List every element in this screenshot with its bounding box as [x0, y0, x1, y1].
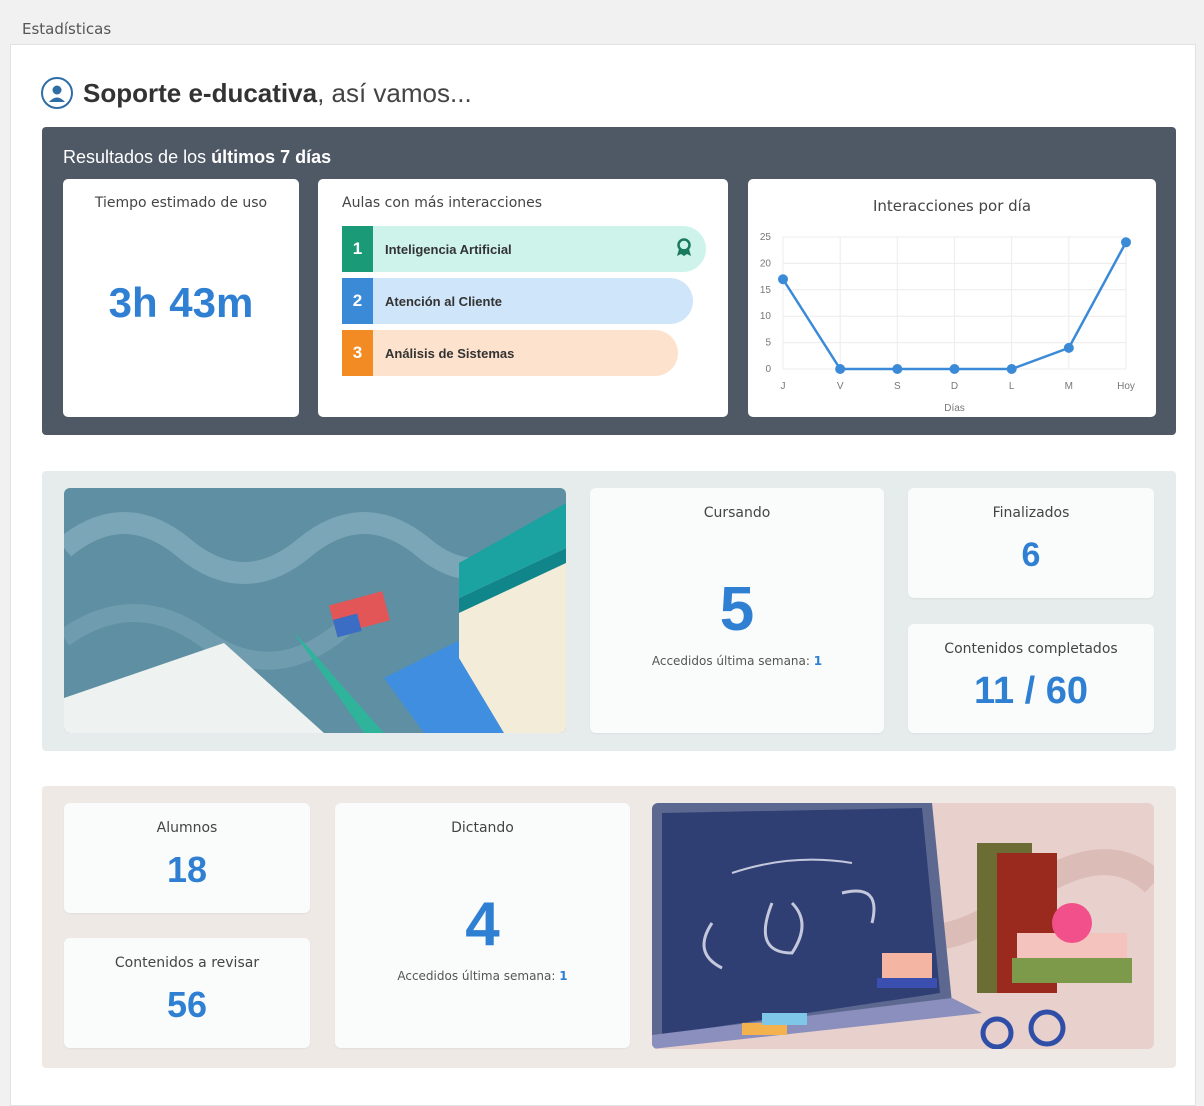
cursando-value: 5	[719, 575, 755, 644]
teacher-stats: Alumnos 18 Contenidos a revisar 56 Dicta…	[42, 786, 1176, 1068]
class-name: Análisis de Sistemas	[385, 345, 515, 361]
stats-panel: Soporte e-ducativa, así vamos... Resulta…	[10, 44, 1196, 1106]
weekly-title: Resultados de los últimos 7 días	[63, 147, 332, 167]
y-tick-label: 0	[765, 364, 771, 375]
usage-card: Tiempo estimado de uso 3h 43m	[63, 179, 299, 417]
finalizados-label: Finalizados	[992, 505, 1070, 521]
rank-badge: 2	[342, 278, 373, 324]
data-point	[1063, 342, 1074, 353]
top-class-item[interactable]: 1 Inteligencia Artificial	[342, 226, 706, 272]
x-tick-label: M	[1065, 381, 1073, 392]
data-point	[892, 364, 903, 374]
dictando-value: 4	[465, 890, 500, 959]
page-title: Estadísticas	[22, 20, 112, 38]
y-tick-label: 25	[760, 232, 772, 243]
dictando-card[interactable]: Dictando 4 Accedidos última semana: 1	[335, 803, 630, 1048]
rank-badge: 3	[342, 330, 373, 376]
top-class-item[interactable]: 3 Análisis de Sistemas	[342, 330, 678, 376]
x-tick-label: J	[781, 381, 786, 392]
top-classes-label: Aulas con más interacciones	[342, 195, 543, 211]
data-point	[835, 364, 846, 374]
usage-value: 3h 43m	[108, 279, 254, 326]
class-name: Atención al Cliente	[385, 293, 503, 309]
cursando-card[interactable]: Cursando 5 Accedidos última semana: 1	[590, 488, 884, 733]
cursando-label: Cursando	[703, 505, 771, 521]
student-stats: Cursando 5 Accedidos última semana: 1 Fi…	[42, 471, 1176, 751]
support-avatar-icon	[41, 77, 73, 109]
alumnos-label: Alumnos	[156, 820, 218, 836]
finalizados-value: 6	[1021, 536, 1041, 574]
x-tick-label: S	[894, 381, 901, 392]
rank-badge: 1	[342, 226, 373, 272]
weekly-results: Resultados de los últimos 7 días Tiempo …	[42, 127, 1176, 435]
top-classes-card: Aulas con más interacciones 1 Inteligenc…	[318, 179, 728, 417]
greeting-name: Soporte e-ducativa	[83, 77, 318, 108]
data-point	[1121, 237, 1131, 248]
classroom-illustration	[652, 803, 1154, 1049]
y-tick-label: 10	[760, 311, 772, 322]
x-axis-label: Días	[944, 403, 965, 414]
page-header: Estadísticas	[0, 0, 1204, 46]
alumnos-value: 18	[166, 849, 208, 890]
x-tick-label: V	[837, 381, 844, 392]
greeting: Soporte e-ducativa, así vamos...	[41, 77, 472, 109]
interactions-chart: 0 5 10 15 20 25 J V S D L M Hoy Días	[760, 232, 1135, 414]
data-point	[1006, 364, 1017, 374]
dictando-accessed: Accedidos última semana: 1	[397, 969, 568, 983]
x-tick-label: L	[1009, 381, 1015, 392]
alumnos-card[interactable]: Alumnos 18	[64, 803, 310, 913]
y-tick-label: 15	[760, 285, 772, 296]
cursando-accessed: Accedidos última semana: 1	[651, 654, 823, 668]
revisar-label: Contenidos a revisar	[114, 955, 260, 971]
contenidos-value: 11 / 60	[973, 670, 1089, 712]
usage-label: Tiempo estimado de uso	[94, 195, 268, 211]
x-tick-label: Hoy	[1117, 381, 1135, 392]
revisar-card[interactable]: Contenidos a revisar 56	[64, 938, 310, 1048]
y-tick-label: 20	[760, 258, 772, 269]
y-tick-label: 5	[765, 338, 771, 349]
top-class-item[interactable]: 2 Atención al Cliente	[342, 278, 693, 324]
greeting-suffix: , así vamos...	[317, 77, 472, 108]
contenidos-card[interactable]: Contenidos completados 11 / 60	[908, 624, 1154, 733]
finalizados-card[interactable]: Finalizados 6	[908, 488, 1154, 598]
interactions-chart-card: Interacciones por día 0 5 10 15 20 25 J V S D L M Ho…	[748, 179, 1156, 417]
data-point	[949, 364, 960, 374]
dictando-label: Dictando	[451, 820, 514, 836]
contenidos-label: Contenidos completados	[944, 641, 1118, 657]
x-tick-label: D	[951, 381, 958, 392]
class-name: Inteligencia Artificial	[385, 241, 512, 257]
school-supplies-illustration	[64, 488, 566, 733]
revisar-value: 56	[166, 984, 208, 1025]
award-icon	[676, 238, 692, 263]
data-point	[778, 274, 788, 285]
